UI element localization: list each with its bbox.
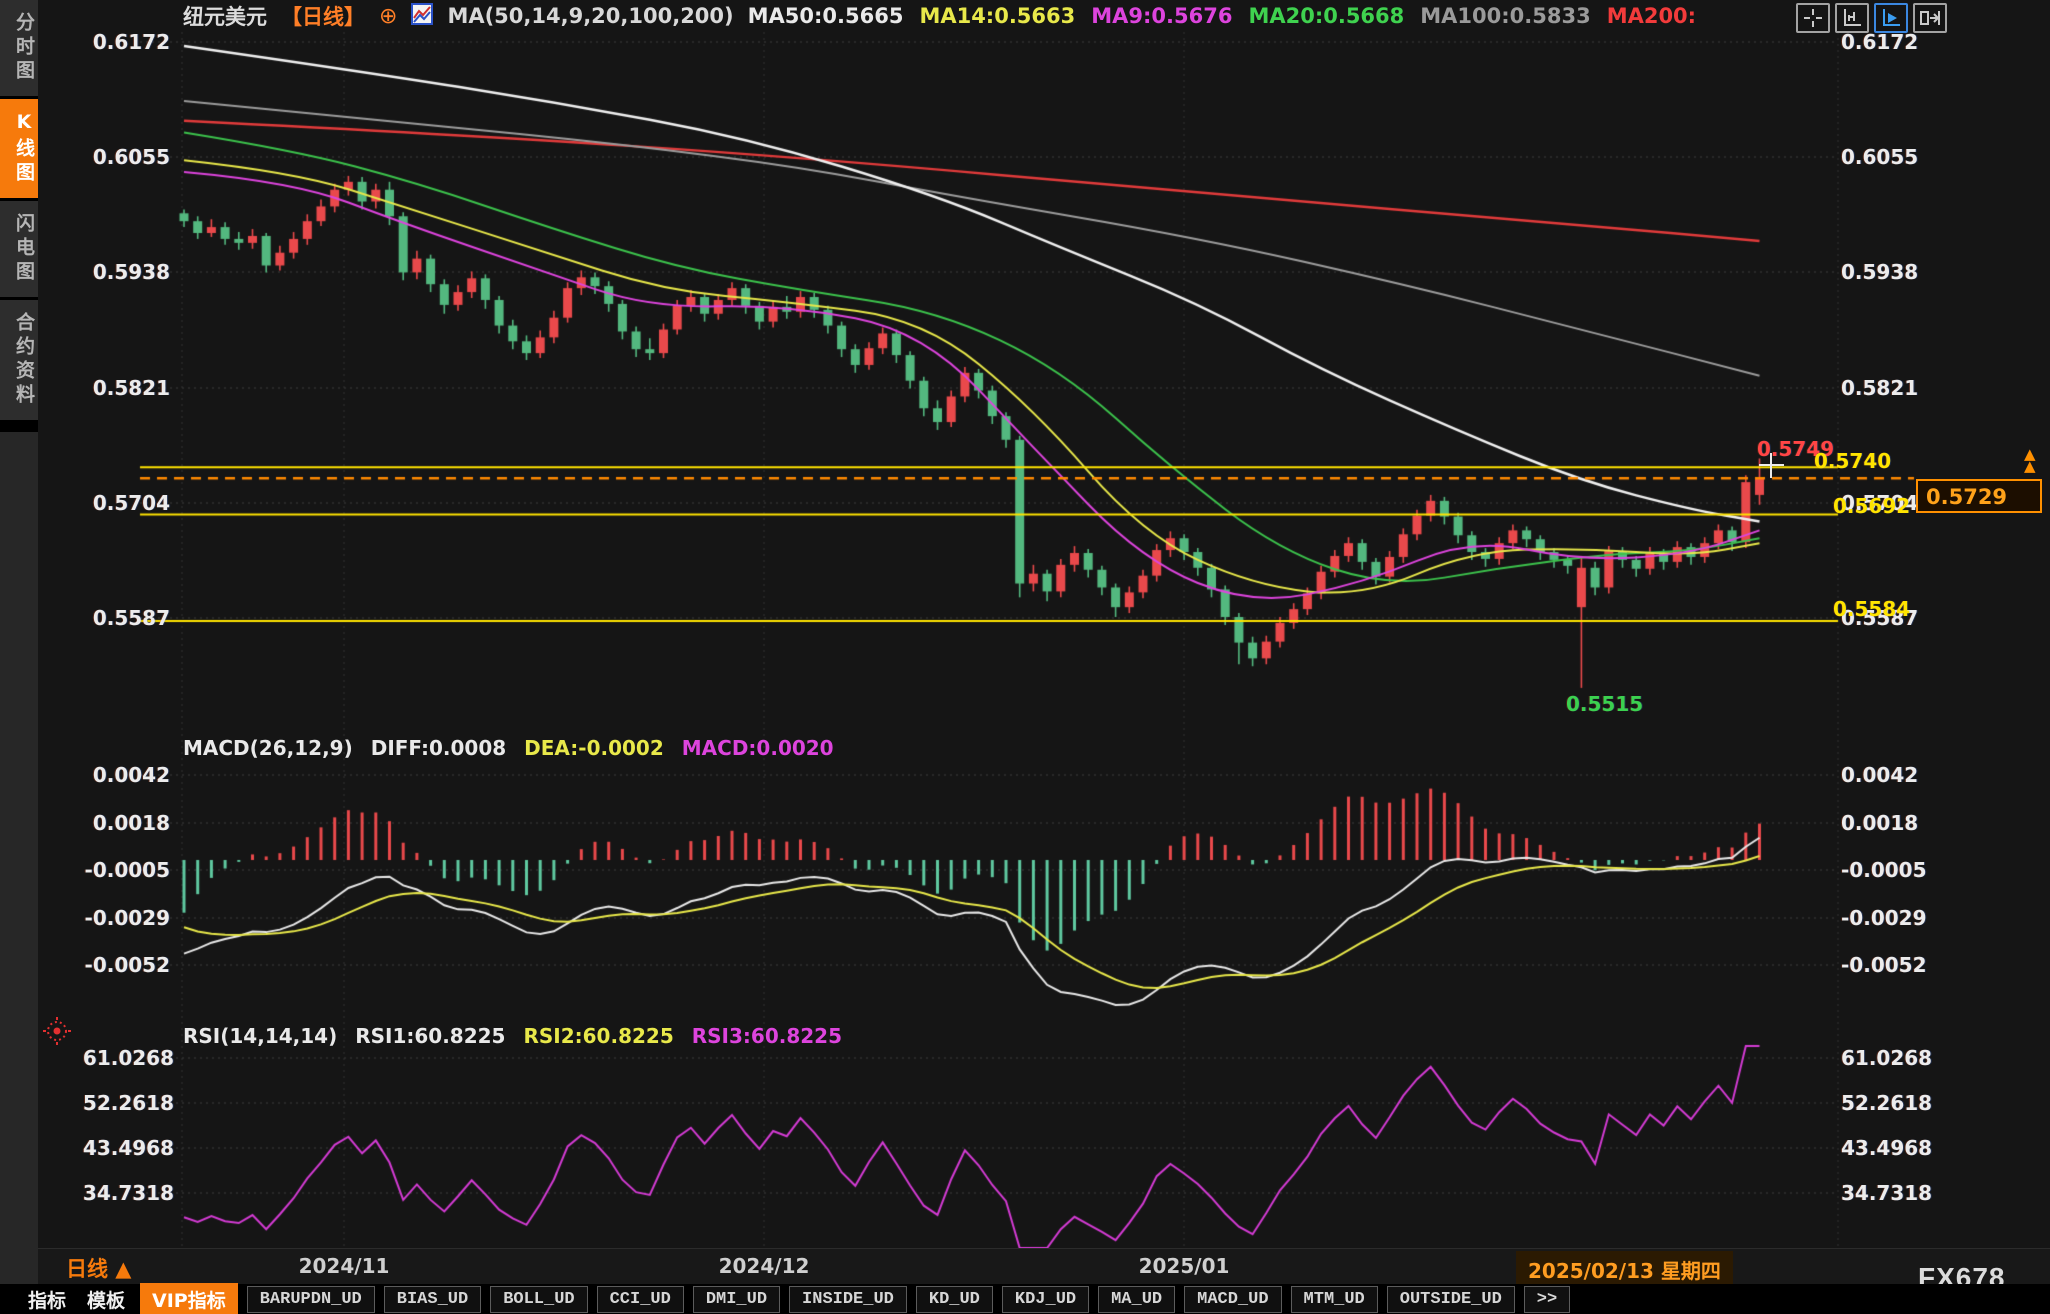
month-label: 2024/12 (719, 1254, 810, 1278)
rsi-title-row: RSI(14,14,14) RSI1:60.8225 RSI2:60.8225 … (183, 1024, 842, 1048)
rsi2-label: RSI2:60.8225 (523, 1024, 673, 1048)
macd-tick-right: -0.0052 (1841, 953, 1961, 977)
timeline-bar: 日线 ▲ 2024/11 2024/12 2025/01 2025/02/13 星期… (38, 1248, 2050, 1285)
rsi-tick-left: 52.2618 (58, 1091, 174, 1115)
macd-tick-left: 0.0042 (58, 763, 170, 787)
price-tick-left: 0.5587 (58, 606, 170, 630)
price-tick-right: 0.6055 (1841, 145, 1961, 169)
ma-value-label: MA200: (1607, 4, 1696, 28)
indicator-tab-bar: 指标模板 VIP指标 BARUPDN_UD BIAS_UD BOLL_UD CCI_UD D… (0, 1284, 2050, 1314)
mini-chart-icon[interactable] (411, 3, 433, 30)
rsi-tick-left: 43.4968 (58, 1136, 174, 1160)
price-level-label: 0.5692 (1833, 494, 1910, 518)
indicator-tab[interactable]: BARUPDN_UD (247, 1286, 375, 1313)
rsi-tick-left: 61.0268 (58, 1046, 174, 1070)
chart-header: 纽元美元 【日线】 ⊕ MA(50,14,9,20,100,200) MA50:… (183, 2, 1696, 30)
indicator-tab[interactable]: BOLL_UD (490, 1286, 587, 1313)
price-tick-left: 0.6055 (58, 145, 170, 169)
period-selector[interactable]: 日线 ▲ (66, 1253, 131, 1283)
macd-title: MACD(26,12,9) (183, 736, 353, 760)
ma-value-label: MA9:0.5676 (1091, 4, 1232, 28)
ma-value-label: MA50:0.5665 (748, 4, 904, 28)
macd-tick-left: 0.0018 (58, 811, 170, 835)
rsi1-label: RSI1:60.8225 (355, 1024, 505, 1048)
ma-params-label: MA(50,14,9,20,100,200) (447, 4, 733, 28)
rsi-title: RSI(14,14,14) (183, 1024, 337, 1048)
macd-tick-left: -0.0029 (58, 906, 170, 930)
indicator-tab[interactable]: KDJ_UD (1002, 1286, 1089, 1313)
price-level-label: 0.5515 (1566, 692, 1643, 716)
indicator-tab[interactable]: INSIDE_UD (789, 1286, 907, 1313)
sidebar-item[interactable]: K线图 (0, 99, 38, 198)
add-indicator-icon[interactable]: ⊕ (379, 4, 397, 29)
indicator-tab[interactable]: DMI_UD (693, 1286, 780, 1313)
indicator-tab[interactable]: CCI_UD (597, 1286, 684, 1313)
price-tick-left: 0.5821 (58, 376, 170, 400)
price-level-label: 0.5584 (1833, 597, 1910, 621)
axis-track-icon[interactable] (1874, 3, 1908, 33)
month-label: 2024/11 (299, 1254, 390, 1278)
sidebar-filler (0, 432, 38, 1284)
macd-diff-label: DIFF:0.0008 (371, 736, 506, 760)
axis-fit-icon[interactable] (1835, 3, 1869, 33)
macd-tick-left: -0.0052 (58, 953, 170, 977)
macd-tick-right: -0.0005 (1841, 858, 1961, 882)
ma-value-label: MA20:0.5668 (1248, 4, 1404, 28)
price-up-arrows-icon: ▲▲ (2024, 448, 2036, 472)
macd-tick-left: -0.0005 (58, 858, 170, 882)
indicator-tab[interactable]: 指标 (22, 1284, 72, 1314)
price-tick-right: 0.5938 (1841, 260, 1961, 284)
rsi-tick-right: 61.0268 (1841, 1046, 1961, 1070)
rsi-tick-right: 52.2618 (1841, 1091, 1961, 1115)
price-tick-left: 0.5938 (58, 260, 170, 284)
rsi-tick-right: 34.7318 (1841, 1181, 1961, 1205)
current-price-box: 0.5729 (1916, 479, 2042, 513)
price-tick-left: 0.6172 (58, 30, 170, 54)
chart-app: 纽元美元 【日线】 ⊕ MA(50,14,9,20,100,200) MA50:… (0, 0, 2050, 1314)
ma-value-label: MA14:0.5663 (919, 4, 1075, 28)
indicator-tab[interactable]: MA_UD (1098, 1286, 1175, 1313)
month-label: 2025/01 (1139, 1254, 1230, 1278)
price-level-label: 0.5740 (1814, 449, 1891, 473)
symbol-name: 纽元美元 (183, 1, 267, 31)
price-tick-left: 0.5704 (58, 491, 170, 515)
macd-tick-right: 0.0042 (1841, 763, 1961, 787)
rsi3-label: RSI3:60.8225 (692, 1024, 842, 1048)
chart-toolbar (1796, 3, 1947, 33)
macd-tick-right: -0.0029 (1841, 906, 1961, 930)
indicator-tab[interactable]: 模板 (81, 1284, 131, 1314)
price-tick-right: 0.6172 (1841, 30, 1961, 54)
pan-crosshair-icon[interactable] (1796, 3, 1830, 33)
ma-value-label: MA100:0.5833 (1420, 4, 1590, 28)
indicator-tab[interactable]: BIAS_UD (384, 1286, 481, 1313)
rsi-tick-right: 43.4968 (1841, 1136, 1961, 1160)
price-tick-right: 0.5821 (1841, 376, 1961, 400)
chart-canvas[interactable] (0, 0, 2050, 1314)
period-tag[interactable]: 【日线】 (281, 1, 365, 31)
crosshair-v (1770, 453, 1772, 478)
highlighted-date: 2025/02/13 星期四 (1516, 1251, 1733, 1288)
sidebar-item[interactable]: 合约资料 (0, 300, 38, 420)
macd-macd-label: MACD:0.0020 (682, 736, 834, 760)
indicator-tab[interactable]: VIP指标 (140, 1283, 238, 1314)
indicator-tab[interactable]: OUTSIDE_UD (1387, 1286, 1515, 1313)
macd-dea-label: DEA:-0.0002 (524, 736, 664, 760)
indicator-tab[interactable]: >> (1524, 1286, 1570, 1313)
macd-title-row: MACD(26,12,9) DIFF:0.0008 DEA:-0.0002 MA… (183, 736, 834, 760)
indicator-tab[interactable]: MACD_UD (1184, 1286, 1281, 1313)
sidebar-item[interactable]: 分时图 (0, 0, 38, 96)
ma-values: MA50:0.5665 MA14:0.5663 MA9:0.5676 MA20:0.5… (748, 4, 1696, 28)
rsi-tick-left: 34.7318 (58, 1181, 174, 1205)
indicator-tab[interactable]: MTM_UD (1291, 1286, 1378, 1313)
data-shift-icon[interactable] (1913, 3, 1947, 33)
live-burst-icon (42, 1016, 72, 1050)
sidebar-item[interactable]: 闪电图 (0, 201, 38, 297)
macd-tick-right: 0.0018 (1841, 811, 1961, 835)
indicator-tab[interactable]: KD_UD (916, 1286, 993, 1313)
